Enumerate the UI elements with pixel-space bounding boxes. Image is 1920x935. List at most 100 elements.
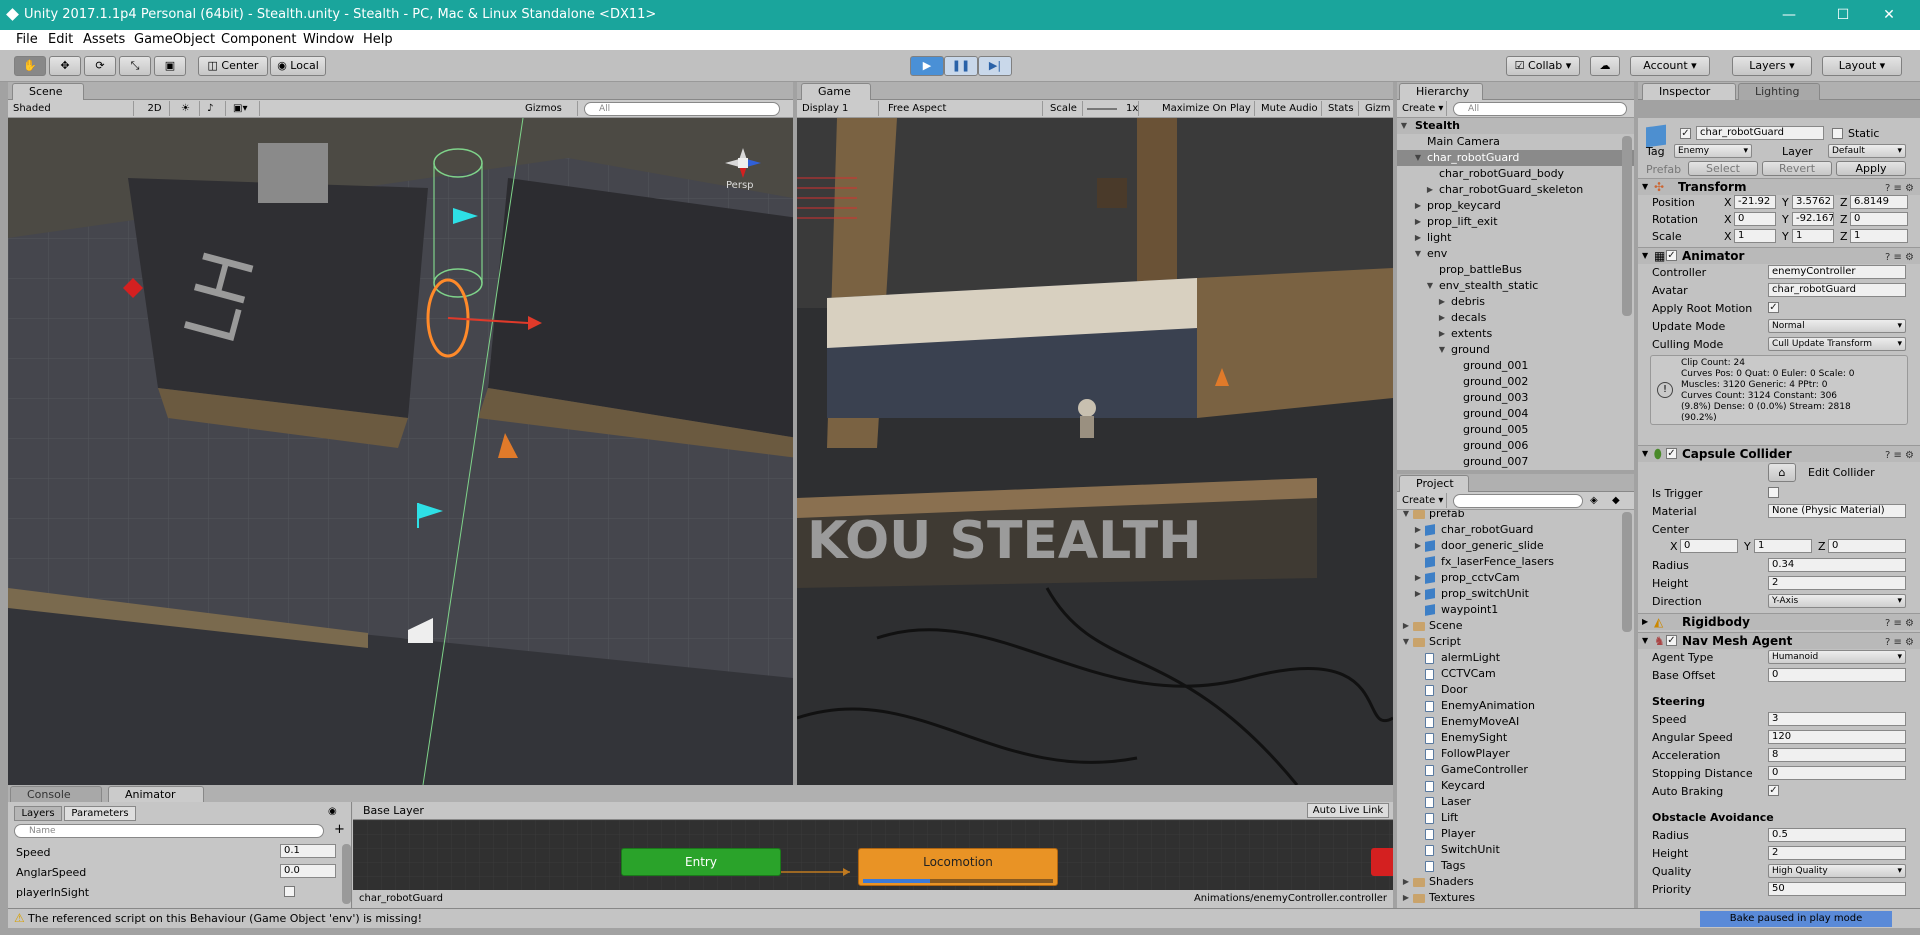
- culling-mode-dropdown[interactable]: Cull Update Transform: [1768, 337, 1906, 351]
- expand-arrow-icon[interactable]: ▶: [1413, 570, 1423, 586]
- gameobject-name-input[interactable]: char_robotGuard: [1696, 126, 1824, 140]
- expand-arrow-icon[interactable]: ▼: [1399, 118, 1409, 134]
- hierarchy-scrollbar[interactable]: [1622, 136, 1632, 316]
- project-item[interactable]: ▶ Textures: [1397, 890, 1634, 906]
- collapse-arrow-icon[interactable]: ▼: [1642, 446, 1648, 462]
- speed-input[interactable]: 3: [1768, 712, 1906, 726]
- expand-arrow-icon[interactable]: ▶: [1437, 326, 1447, 342]
- aspect-dropdown[interactable]: Free Aspect: [885, 101, 1043, 116]
- hierarchy-item[interactable]: ▶ decals: [1397, 310, 1634, 326]
- project-item[interactable]: Lift: [1397, 810, 1634, 826]
- expand-arrow-icon[interactable]: ▼: [1413, 246, 1423, 262]
- rect-tool-icon[interactable]: ▣: [154, 56, 186, 76]
- active-checkbox[interactable]: ✓: [1680, 128, 1691, 139]
- layer-dropdown[interactable]: Default: [1828, 144, 1906, 158]
- controller-field[interactable]: enemyController: [1768, 265, 1906, 279]
- eye-icon[interactable]: ◉: [328, 806, 337, 817]
- root-motion-checkbox[interactable]: ✓: [1768, 302, 1779, 313]
- position-y-input[interactable]: 3.5762: [1792, 195, 1834, 209]
- gizmos-dropdown[interactable]: Gizmos: [522, 101, 578, 116]
- tab-game[interactable]: Game: [801, 83, 871, 100]
- hand-tool-icon[interactable]: ✋: [14, 56, 46, 76]
- scene-effects-icon[interactable]: ▣▾: [230, 101, 260, 116]
- 2d-toggle[interactable]: 2D: [140, 101, 170, 116]
- collab-button[interactable]: ☑ Collab ▾: [1506, 56, 1580, 76]
- shading-mode-dropdown[interactable]: Shaded: [10, 101, 134, 116]
- hierarchy-item[interactable]: ground_005: [1397, 422, 1634, 438]
- hierarchy-item[interactable]: ▶ light: [1397, 230, 1634, 246]
- close-button[interactable]: ✕: [1866, 0, 1912, 30]
- expand-arrow-icon[interactable]: ▶: [1401, 618, 1411, 634]
- scale-tool-icon[interactable]: ⤡: [119, 56, 151, 76]
- expand-arrow-icon[interactable]: ▶: [1401, 874, 1411, 890]
- parameter-name[interactable]: Speed: [16, 846, 50, 859]
- exit-state[interactable]: [1371, 848, 1393, 876]
- hierarchy-item[interactable]: ground_006: [1397, 438, 1634, 454]
- base-layer-breadcrumb[interactable]: Base Layer: [363, 804, 424, 817]
- obstacle-radius-input[interactable]: 0.5: [1768, 828, 1906, 842]
- is-trigger-checkbox[interactable]: [1768, 487, 1779, 498]
- angular-speed-input[interactable]: 120: [1768, 730, 1906, 744]
- static-checkbox[interactable]: [1832, 128, 1843, 139]
- animator-enabled-checkbox[interactable]: ✓: [1666, 250, 1677, 261]
- tab-console[interactable]: Console: [10, 786, 102, 803]
- move-tool-icon[interactable]: ✥: [49, 56, 81, 76]
- scene-viewport[interactable]: LH Persp: [8, 118, 793, 785]
- expand-arrow-icon[interactable]: ▼: [1401, 510, 1411, 522]
- hierarchy-item[interactable]: ground_003: [1397, 390, 1634, 406]
- project-item[interactable]: ▶ Shaders: [1397, 874, 1634, 890]
- tab-project[interactable]: Project: [1399, 475, 1469, 492]
- prefab-revert-button[interactable]: Revert: [1762, 161, 1832, 176]
- expand-arrow-icon[interactable]: ▶: [1401, 890, 1411, 906]
- menu-edit[interactable]: Edit: [48, 32, 73, 47]
- expand-arrow-icon[interactable]: ▼: [1437, 342, 1447, 358]
- maximize-button[interactable]: ☐: [1820, 0, 1866, 30]
- parameter-search-input[interactable]: Name: [14, 824, 324, 838]
- parameter-bool-checkbox[interactable]: [284, 886, 295, 897]
- pivot-local-button[interactable]: ◉ Local: [270, 56, 326, 76]
- menu-gameobject[interactable]: GameObject: [134, 32, 215, 47]
- menu-help[interactable]: Help: [363, 32, 393, 47]
- avatar-field[interactable]: char_robotGuard: [1768, 283, 1906, 297]
- project-item[interactable]: alermLight: [1397, 650, 1634, 666]
- parameters-tab[interactable]: Parameters: [64, 806, 136, 821]
- hierarchy-item[interactable]: ▶ prop_lift_exit: [1397, 214, 1634, 230]
- expand-arrow-icon[interactable]: ▶: [1413, 522, 1423, 538]
- project-item[interactable]: EnemyMoveAI: [1397, 714, 1634, 730]
- project-item[interactable]: ▶ prop_switchUnit: [1397, 586, 1634, 602]
- project-item[interactable]: Tags: [1397, 858, 1634, 874]
- hierarchy-item[interactable]: ground_002: [1397, 374, 1634, 390]
- tag-dropdown[interactable]: Enemy: [1674, 144, 1752, 158]
- project-item[interactable]: SwitchUnit: [1397, 842, 1634, 858]
- mute-audio-toggle[interactable]: Mute Audio: [1258, 101, 1322, 116]
- material-field[interactable]: None (Physic Material): [1768, 504, 1906, 518]
- rotation-z-input[interactable]: 0: [1850, 212, 1908, 226]
- hierarchy-scene-root[interactable]: ▼ Stealth: [1397, 118, 1634, 134]
- project-item[interactable]: Door: [1397, 682, 1634, 698]
- hierarchy-item[interactable]: ▶ extents: [1397, 326, 1634, 342]
- filter-label-icon[interactable]: ◆: [1609, 493, 1629, 508]
- parameter-value-input[interactable]: 0.1: [280, 844, 336, 858]
- expand-arrow-icon[interactable]: ▶: [1413, 538, 1423, 554]
- hierarchy-item[interactable]: ground_004: [1397, 406, 1634, 422]
- expand-arrow-icon[interactable]: ▶: [1413, 230, 1423, 246]
- project-item[interactable]: ▶ char_robotGuard: [1397, 522, 1634, 538]
- hierarchy-item[interactable]: ▼ ground: [1397, 342, 1634, 358]
- scale-x-input[interactable]: 1: [1734, 229, 1776, 243]
- status-message[interactable]: The referenced script on this Behaviour …: [28, 912, 422, 925]
- tab-animator[interactable]: Animator: [108, 786, 204, 803]
- rotate-tool-icon[interactable]: ⟳: [84, 56, 116, 76]
- transform-header[interactable]: ▼ ✣ Transform ? ≡ ⚙: [1638, 178, 1920, 195]
- center-y-input[interactable]: 1: [1754, 539, 1812, 553]
- hierarchy-item[interactable]: Main Camera: [1397, 134, 1634, 150]
- layers-dropdown[interactable]: Layers ▾: [1732, 56, 1812, 76]
- filter-type-icon[interactable]: ◈: [1587, 493, 1607, 508]
- project-item[interactable]: GameController: [1397, 762, 1634, 778]
- height-input[interactable]: 2: [1768, 576, 1906, 590]
- capsule-collider-header[interactable]: ▼ ⬮ ✓ Capsule Collider ? ≡ ⚙: [1638, 445, 1920, 462]
- center-z-input[interactable]: 0: [1828, 539, 1906, 553]
- menu-component[interactable]: Component: [221, 32, 296, 47]
- auto-braking-checkbox[interactable]: ✓: [1768, 785, 1779, 796]
- tab-hierarchy[interactable]: Hierarchy: [1399, 83, 1483, 100]
- parameter-value-input[interactable]: 0.0: [280, 864, 336, 878]
